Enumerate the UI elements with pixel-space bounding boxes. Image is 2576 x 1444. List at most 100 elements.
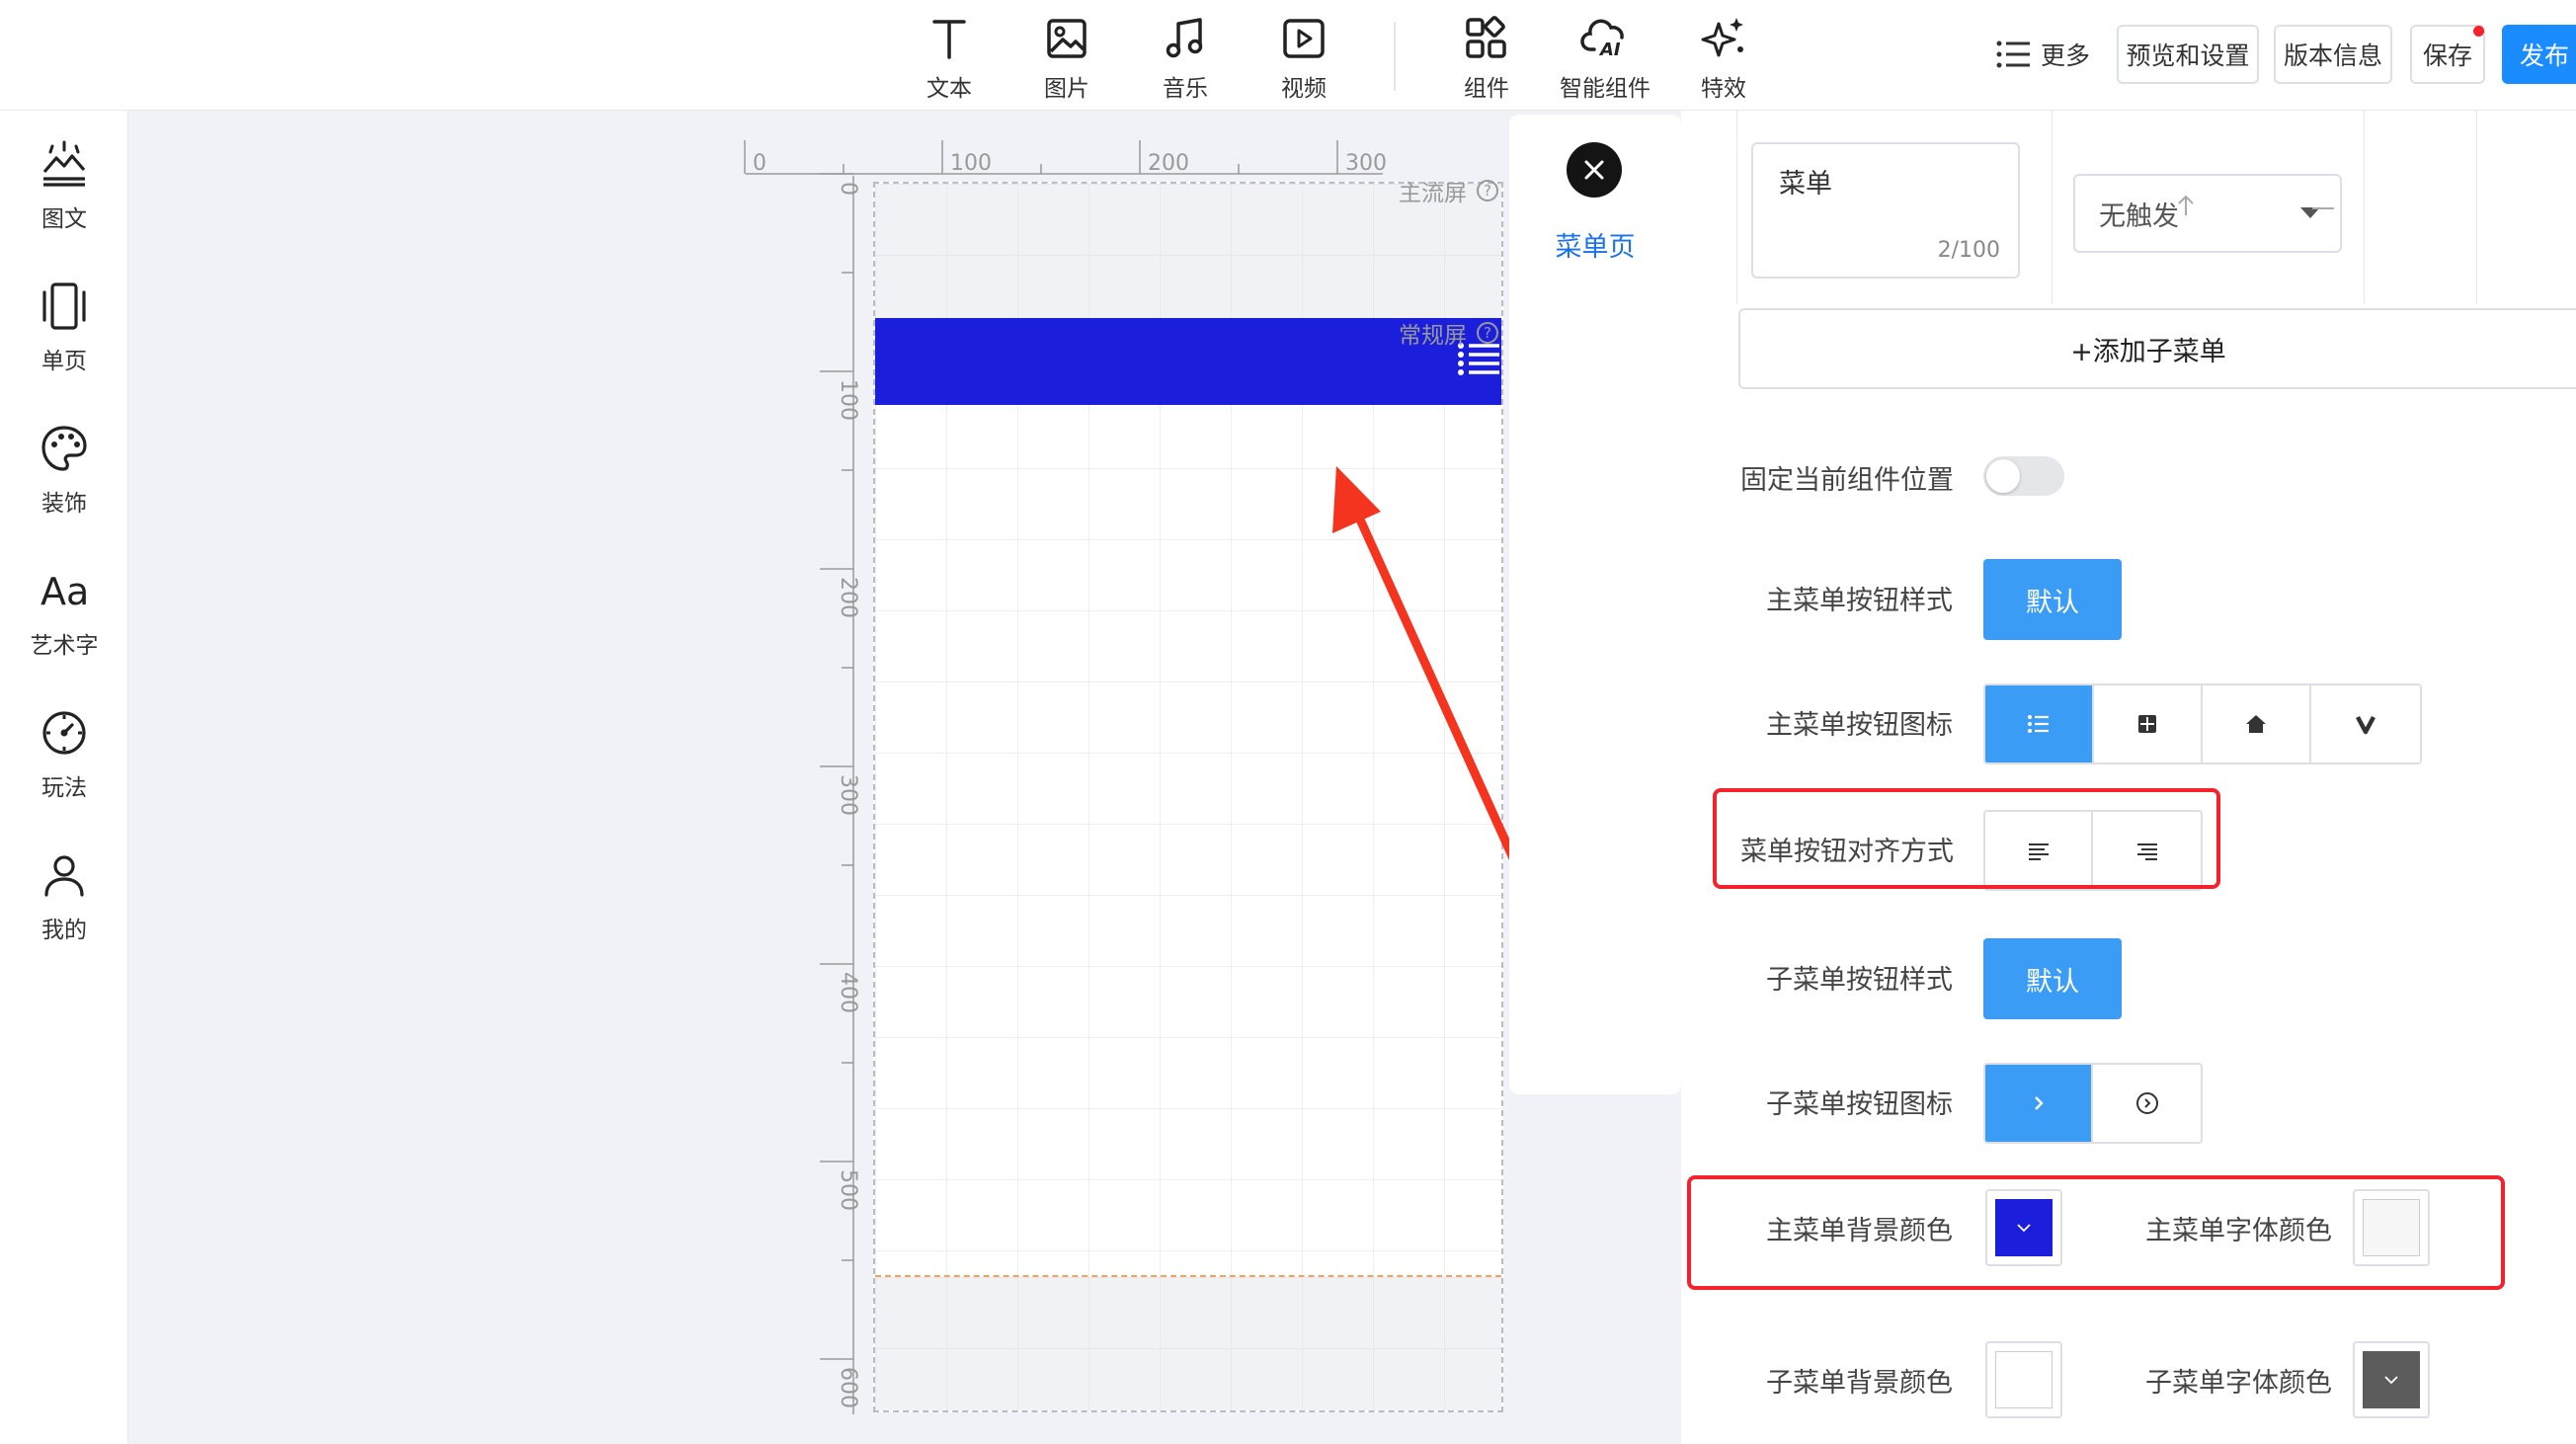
v-ruler-tick: 0 [836, 182, 860, 196]
sidebar-item-label: 玩法 [41, 775, 87, 801]
sidebar-item-label: 单页 [41, 349, 87, 374]
component-icon [1466, 16, 1506, 58]
main-icon-option-list[interactable] [1985, 685, 2094, 762]
sidebar-item-image-text[interactable]: 图文 [0, 138, 128, 257]
user-icon [44, 855, 84, 897]
main-icon-option-grid[interactable] [2094, 685, 2203, 762]
sparkle-icon [1701, 18, 1743, 57]
sub-btn-style-default-button[interactable]: 默认 [1983, 938, 2122, 1019]
sidebar-item-label: 图文 [41, 206, 87, 232]
submenu-name-input[interactable]: 菜单 2/100 [1751, 142, 2020, 279]
sidebar-item-single-page[interactable]: 单页 [0, 281, 128, 399]
h-ruler-tick: 0 [753, 151, 766, 176]
add-submenu-button[interactable]: +添加子菜单 [1738, 308, 2576, 389]
component-tool-button[interactable]: 组件 [1432, 8, 1541, 103]
text-icon [932, 20, 966, 59]
chevron-right-icon [2034, 1096, 2044, 1110]
table-divider [2476, 111, 2477, 304]
char-counter: 2/100 [1937, 238, 2000, 263]
main-btn-style-default-button[interactable]: 默认 [1983, 559, 2122, 640]
submenu-table-row: 菜单 2/100 无触发 [1736, 111, 2576, 304]
sub-bg-color-picker[interactable] [1985, 1341, 2062, 1418]
ai-component-tool-button[interactable]: AI 智能组件 [1551, 8, 1659, 103]
sidebar-item-label: 艺术字 [30, 633, 99, 659]
image-text-icon [42, 140, 86, 187]
h-ruler-tick: 300 [1345, 151, 1387, 176]
tab-menu-page[interactable]: 菜单页 [1509, 225, 1681, 264]
publish-button[interactable]: 发布 [2502, 25, 2576, 84]
unsaved-indicator-dot [2473, 26, 2484, 37]
tool-label: 图片 [1044, 76, 1089, 102]
close-button[interactable] [1567, 142, 1622, 198]
table-divider [2052, 111, 2053, 304]
move-up-icon[interactable] [2176, 194, 2196, 217]
h-ruler-tick: 200 [1148, 151, 1189, 176]
more-button[interactable]: 更多 [1995, 32, 2090, 77]
table-divider [2364, 111, 2365, 304]
svg-text:Aa: Aa [40, 570, 89, 613]
sidebar-item-mine[interactable]: 我的 [0, 849, 128, 968]
trigger-select-value: 无触发 [2099, 201, 2179, 232]
tool-label: 智能组件 [1560, 76, 1650, 102]
fix-position-toggle[interactable] [1983, 456, 2064, 496]
horizontal-ruler: 0 100 200 300 [744, 140, 1387, 176]
music-tool-button[interactable]: 音乐 [1131, 8, 1240, 103]
v-ruler-tick: 600 [836, 1367, 860, 1408]
normal-screen-label-text: 常规屏 [1399, 323, 1467, 349]
remove-icon[interactable] [2312, 207, 2334, 209]
effect-tool-button[interactable]: 特效 [1669, 8, 1778, 103]
sub-btn-icon-label: 子菜单按钮图标 [1766, 1089, 1953, 1120]
sub-icon-option-circle-chevron[interactable] [2093, 1065, 2201, 1142]
sidebar-item-gameplay[interactable]: 玩法 [0, 707, 128, 826]
tool-label: 文本 [926, 76, 972, 102]
svg-text:AI: AI [1598, 40, 1621, 60]
screen-bottom-area [875, 1277, 1501, 1410]
video-tool-button[interactable]: 视频 [1249, 8, 1358, 103]
palette-icon [41, 426, 87, 471]
tool-label: 组件 [1464, 76, 1509, 102]
main-icon-option-home[interactable] [2203, 685, 2311, 762]
h-ruler-tick: 100 [950, 151, 992, 176]
v-ruler-tick: 300 [836, 774, 860, 816]
toolbar-separator [1394, 22, 1396, 91]
help-icon[interactable]: ? [1477, 322, 1498, 344]
list-icon [2028, 715, 2049, 733]
normal-screen-label: 常规屏 ? [1399, 316, 1498, 350]
sub-btn-style-label: 子菜单按钮样式 [1766, 965, 1953, 996]
sub-btn-icon-selector [1983, 1063, 2203, 1144]
help-icon[interactable]: ? [1477, 180, 1498, 201]
image-tool-button[interactable]: 图片 [1012, 8, 1121, 103]
sidebar-item-decoration[interactable]: 装饰 [0, 423, 128, 541]
left-sidebar: 图文 单页 装饰 Aa 艺术字 玩法 我的 [0, 111, 128, 1444]
version-info-button[interactable]: 版本信息 [2274, 25, 2392, 84]
main-icon-option-v[interactable] [2311, 685, 2420, 762]
sub-font-color-label: 子菜单字体颜色 [2145, 1368, 2332, 1399]
art-font-icon: Aa [40, 570, 89, 613]
color-swatch-fill [2363, 1351, 2420, 1408]
single-page-icon [42, 282, 86, 330]
close-icon [1584, 160, 1604, 180]
tool-label: 视频 [1281, 76, 1327, 102]
preview-settings-button[interactable]: 预览和设置 [2117, 25, 2259, 84]
sub-icon-option-chevron[interactable] [1985, 1065, 2094, 1142]
top-toolbar: 文本 图片 音乐 视频 组件 AI 智能组件 特效 更多 预览和设置 版本信息 … [0, 0, 2576, 111]
sub-font-color-picker[interactable] [2353, 1341, 2430, 1418]
sidebar-item-label: 我的 [41, 918, 87, 943]
annotation-box-alignment [1713, 788, 2220, 889]
v-chevron-icon [2356, 715, 2375, 735]
annotation-box-main-colors [1687, 1175, 2505, 1290]
trigger-select[interactable]: 无触发 [2073, 174, 2342, 253]
vertical-ruler: 0 100 200 300 400 500 600 [820, 173, 860, 1414]
home-icon [2246, 715, 2266, 733]
grid-icon [2138, 715, 2156, 733]
submenu-name-value: 菜单 [1779, 169, 1832, 200]
sidebar-item-art-font[interactable]: Aa 艺术字 [0, 565, 128, 683]
main-screen-label-text: 主流屏 [1399, 181, 1467, 206]
tool-label: 特效 [1701, 76, 1746, 102]
page-panel: 菜单页 [1509, 115, 1681, 1094]
gameplay-icon [42, 711, 86, 755]
v-ruler-tick: 100 [836, 379, 860, 421]
fix-position-label: 固定当前组件位置 [1740, 465, 1954, 496]
circle-chevron-icon [2135, 1092, 2158, 1114]
text-tool-button[interactable]: 文本 [895, 8, 1004, 103]
